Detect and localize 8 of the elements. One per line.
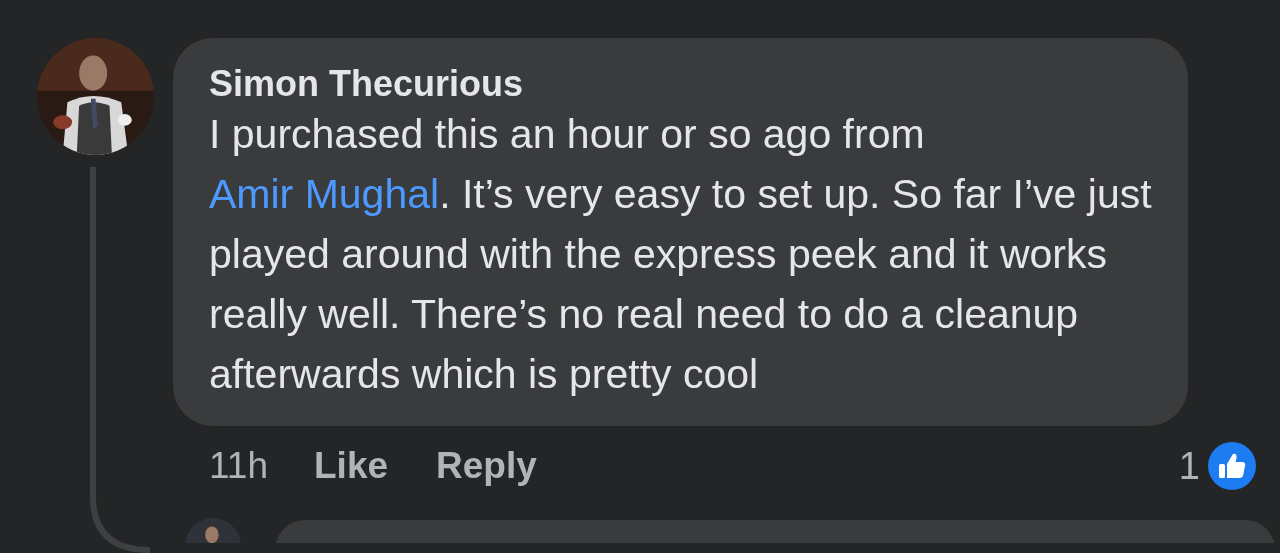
timestamp[interactable]: 11h (209, 445, 268, 487)
reply-button[interactable]: Reply (436, 445, 537, 487)
like-button[interactable]: Like (314, 445, 389, 487)
author-link[interactable]: Amir Mughal (209, 171, 440, 217)
author-name[interactable]: Simon Thecurious (209, 64, 524, 104)
comment-text: I purchased this an hour or so ago from Amir Mughal. It’s very easy to set up. So far I’ve just played around with the express peek and it works really well. There’s no real need to do a cleanup afterwards which is pretty cool (209, 110, 1153, 399)
reaction-count[interactable]: 1 (1178, 444, 1200, 488)
thumbs-up-icon[interactable] (1208, 442, 1256, 490)
